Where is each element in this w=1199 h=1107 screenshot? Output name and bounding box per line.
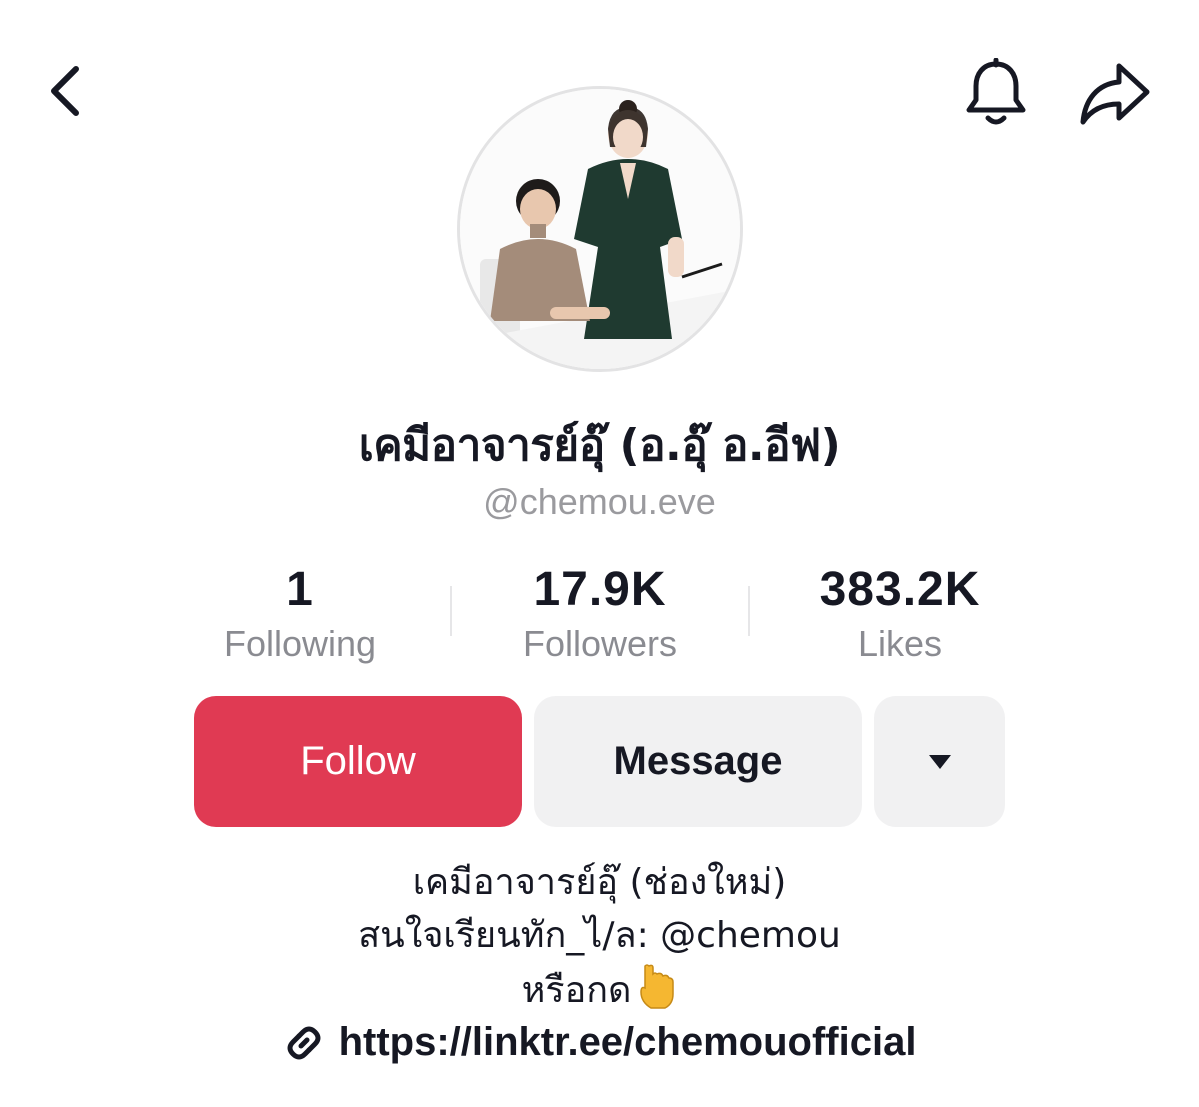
profile-stats: 1 Following 17.9K Followers 383.2K Likes <box>150 562 1050 672</box>
message-button[interactable]: Message <box>534 696 862 827</box>
profile-avatar[interactable] <box>457 86 743 372</box>
back-button[interactable] <box>30 55 102 127</box>
stat-value: 383.2K <box>819 563 981 616</box>
stat-followers[interactable]: 17.9K Followers <box>450 562 750 665</box>
profile-bio: เคมีอาจารย์อุ๊ (ช่องใหม่) สนใจเรียนทัก_ไ… <box>0 856 1199 1017</box>
share-arrow-icon <box>1080 63 1150 125</box>
link-icon <box>287 1026 321 1059</box>
follow-button[interactable]: Follow <box>194 696 522 827</box>
bell-icon <box>966 58 1026 125</box>
profile-page: เคมีอาจารย์อุ๊ (อ.อุ๊ อ.อีฟ) @chemou.eve… <box>0 0 1199 1107</box>
back-chevron-icon <box>51 66 79 116</box>
display-name: เคมีอาจารย์อุ๊ (อ.อุ๊ อ.อีฟ) <box>358 420 841 471</box>
stat-label: Following <box>223 623 377 664</box>
stat-value: 1 <box>286 563 314 616</box>
caret-down-icon <box>928 754 951 769</box>
avatar-photo <box>460 89 740 369</box>
bio-line: สนใจเรียนทัก_ไ/ล: @chemou <box>358 915 841 956</box>
username: @chemou.eve <box>483 481 716 522</box>
stat-likes[interactable]: 383.2K Likes <box>750 562 1050 665</box>
share-button[interactable] <box>1072 52 1158 134</box>
stat-label: Likes <box>857 623 943 664</box>
bio-line-text: หรือกด <box>521 970 632 1011</box>
stat-label: Followers <box>522 623 678 664</box>
pointing-down-hand-icon <box>640 964 675 1009</box>
bio-line: เคมีอาจารย์อุ๊ (ช่องใหม่) <box>412 862 787 903</box>
notification-bell-button[interactable] <box>955 52 1037 134</box>
stat-following[interactable]: 1 Following <box>150 562 450 665</box>
bio-link-text[interactable]: https://linktr.ee/chemouofficial <box>339 1020 917 1065</box>
bio-line-3: หรือกด <box>0 962 1199 1017</box>
stat-value: 17.9K <box>533 563 667 616</box>
more-options-button[interactable] <box>874 696 1005 827</box>
profile-link[interactable]: https://linktr.ee/chemouofficial <box>0 1020 1199 1065</box>
